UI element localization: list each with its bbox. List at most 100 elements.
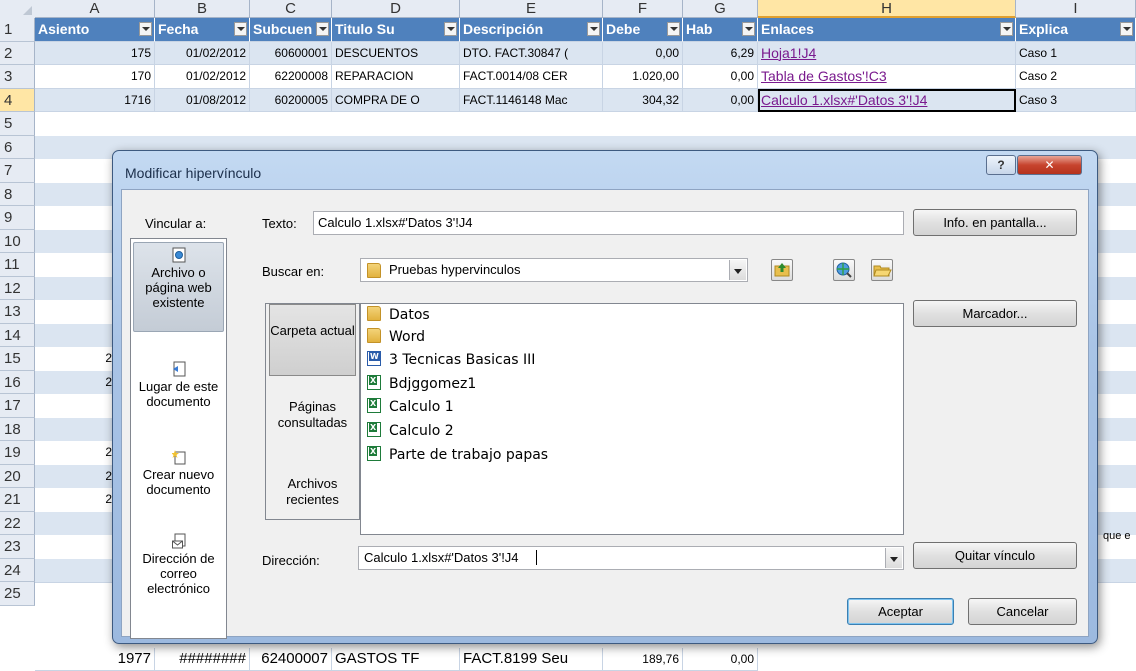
remove-link-button[interactable]: Quitar vínculo <box>913 542 1077 569</box>
cell[interactable]: 60200005 <box>250 88 332 112</box>
browse-web-button[interactable] <box>833 259 855 281</box>
column-header-f[interactable]: F <box>603 0 683 18</box>
list-item[interactable]: Calculo 1 <box>367 396 454 418</box>
list-item[interactable]: Parte de trabajo papas <box>367 444 548 466</box>
look-in-combobox[interactable]: Pruebas hypervinculos <box>360 258 748 282</box>
link-to-existing-file-option[interactable]: Archivo o página web existente <box>133 242 224 332</box>
screentip-button[interactable]: Info. en pantalla... <box>913 209 1077 236</box>
column-header-b[interactable]: B <box>155 0 250 18</box>
hyperlink-cell[interactable]: Tabla de Gastos'!C3 <box>758 65 1016 89</box>
row-header[interactable]: 18 <box>0 417 35 441</box>
filter-dropdown-icon[interactable] <box>1120 22 1133 36</box>
browse-file-button[interactable] <box>871 259 893 281</box>
cancel-button[interactable]: Cancelar <box>968 598 1077 625</box>
header-cell-descripcion[interactable]: Descripción <box>460 18 603 42</box>
cell[interactable]: FACT.0014/08 CER <box>460 65 603 89</box>
cell[interactable]: 01/02/2012 <box>155 65 250 89</box>
cell[interactable]: 2 <box>35 441 115 465</box>
cell[interactable]: Caso 1 <box>1016 41 1136 65</box>
chevron-down-icon[interactable] <box>729 260 746 280</box>
cell[interactable]: 1.020,00 <box>603 65 683 89</box>
header-cell-haber[interactable]: Hab <box>683 18 758 42</box>
row-header[interactable]: 13 <box>0 300 35 324</box>
cell[interactable]: Caso 3 <box>1016 88 1136 112</box>
cell[interactable]: ######## <box>155 647 250 671</box>
filter-dropdown-icon[interactable] <box>234 22 247 36</box>
row-header[interactable]: 6 <box>0 135 35 159</box>
row-header[interactable]: 23 <box>0 535 35 559</box>
column-header-h[interactable]: H <box>758 0 1016 18</box>
cell[interactable]: 1977 <box>35 647 155 671</box>
close-button[interactable]: ✕ <box>1017 155 1082 175</box>
cell[interactable]: 6,29 <box>683 41 758 65</box>
tab-current-folder[interactable]: Carpeta actual <box>269 304 356 376</box>
row-header[interactable]: 2 <box>0 41 35 65</box>
cell[interactable]: 1716 <box>35 88 155 112</box>
cell[interactable]: COMPRA DE O <box>332 88 460 112</box>
header-cell-fecha[interactable]: Fecha <box>155 18 250 42</box>
row-header[interactable]: 20 <box>0 464 35 488</box>
help-button[interactable]: ? <box>986 155 1016 175</box>
column-header-a[interactable]: A <box>35 0 155 18</box>
header-cell-enlaces[interactable]: Enlaces <box>758 18 1016 42</box>
cell[interactable]: 0,00 <box>603 41 683 65</box>
filter-dropdown-icon[interactable] <box>316 22 329 36</box>
cell[interactable]: 60600001 <box>250 41 332 65</box>
row-header[interactable]: 8 <box>0 182 35 206</box>
cell[interactable]: 01/08/2012 <box>155 88 250 112</box>
column-header-e[interactable]: E <box>460 0 603 18</box>
cell[interactable]: 304,32 <box>603 88 683 112</box>
filter-dropdown-icon[interactable] <box>139 22 152 36</box>
cell[interactable]: Caso 2 <box>1016 65 1136 89</box>
cell[interactable]: FACT.1146148 Mac <box>460 88 603 112</box>
cell[interactable]: DESCUENTOS <box>332 41 460 65</box>
row-header[interactable]: 14 <box>0 323 35 347</box>
row-header[interactable]: 10 <box>0 229 35 253</box>
row-header[interactable]: 11 <box>0 253 35 277</box>
cell[interactable]: 0,00 <box>683 65 758 89</box>
row-header[interactable]: 4 <box>0 88 35 112</box>
link-to-new-document-option[interactable]: Crear nuevo documento <box>133 445 224 515</box>
row-header[interactable]: 5 <box>0 112 35 136</box>
cell[interactable]: FACT.8199 Seu <box>460 647 603 671</box>
row-header[interactable]: 7 <box>0 159 35 183</box>
column-header-c[interactable]: C <box>250 0 332 18</box>
header-cell-subcuenta[interactable]: Subcuen <box>250 18 332 42</box>
list-item[interactable]: Bdjggomez1 <box>367 373 476 395</box>
select-all-corner[interactable] <box>0 0 36 19</box>
cell[interactable]: 01/02/2012 <box>155 41 250 65</box>
column-header-d[interactable]: D <box>332 0 460 18</box>
row-header[interactable]: 16 <box>0 370 35 394</box>
filter-dropdown-icon[interactable] <box>742 22 755 36</box>
column-header-i[interactable]: I <box>1016 0 1136 18</box>
row-header[interactable]: 15 <box>0 347 35 371</box>
column-header-g[interactable]: G <box>683 0 758 18</box>
list-item[interactable]: Datos <box>367 304 430 326</box>
filter-dropdown-icon[interactable] <box>444 22 457 36</box>
link-to-place-in-document-option[interactable]: Lugar de este documento <box>133 357 224 427</box>
row-header[interactable]: 24 <box>0 558 35 582</box>
chevron-down-icon[interactable] <box>885 548 902 568</box>
cell[interactable]: 2 <box>35 347 115 371</box>
cell[interactable]: 175 <box>35 41 155 65</box>
up-one-folder-button[interactable] <box>771 259 793 281</box>
bookmark-button[interactable]: Marcador... <box>913 300 1077 327</box>
cell[interactable]: 2 <box>35 488 115 512</box>
filter-dropdown-icon[interactable] <box>667 22 680 36</box>
list-item[interactable]: 3 Tecnicas Basicas III <box>367 349 535 371</box>
cell[interactable]: 62400007 <box>250 647 332 671</box>
header-cell-titulo[interactable]: Titulo Su <box>332 18 460 42</box>
header-cell-explica[interactable]: Explica <box>1016 18 1136 42</box>
cell[interactable]: 2 <box>35 371 115 395</box>
list-item[interactable]: Word <box>367 326 425 348</box>
row-header[interactable]: 21 <box>0 488 35 512</box>
tab-browsed-pages[interactable]: Páginas consultadas <box>269 399 356 439</box>
row-header[interactable]: 19 <box>0 441 35 465</box>
cell[interactable]: DTO. FACT.30847 ( <box>460 41 603 65</box>
header-cell-asiento[interactable]: Asiento <box>35 18 155 42</box>
ok-button[interactable]: Aceptar <box>847 598 954 625</box>
address-combobox[interactable]: Calculo 1.xlsx#'Datos 3'!J4 <box>358 546 904 570</box>
text-to-display-input[interactable]: Calculo 1.xlsx#'Datos 3'!J4 <box>313 211 904 235</box>
cell[interactable]: 0,00 <box>683 88 758 112</box>
cell[interactable]: GASTOS TF <box>332 647 460 671</box>
